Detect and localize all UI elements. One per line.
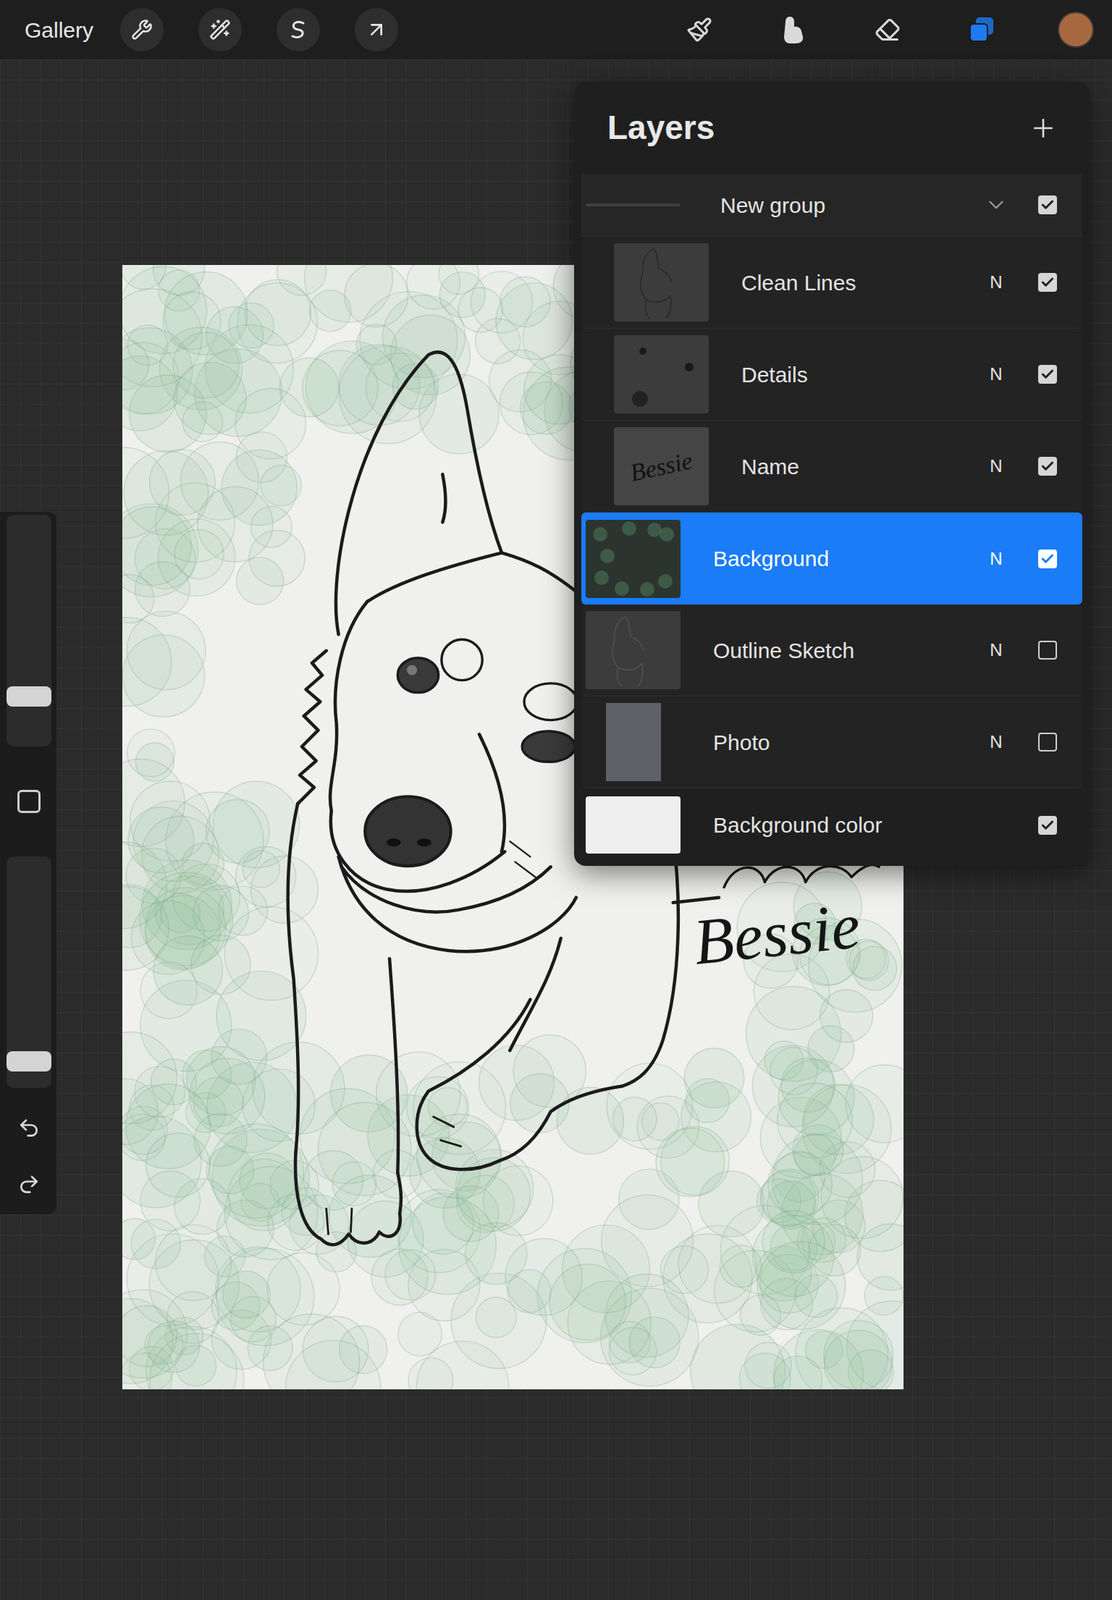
blend-mode[interactable]: N: [981, 729, 1011, 756]
group-thumbnail: [585, 203, 681, 207]
plus-icon: [1028, 113, 1058, 143]
canvas-area: BessieLayersNew groupClean LinesNDetails…: [0, 59, 1112, 1600]
chevron-down-icon: [983, 192, 1009, 218]
smudge-tool-button[interactable]: [773, 9, 814, 50]
layer-name: Clean Lines: [741, 266, 982, 299]
layers-header: Layers: [574, 81, 1090, 174]
color-thumbnail: [585, 796, 681, 854]
layer-name: Background color: [713, 808, 1011, 842]
layer-thumbnail: [613, 243, 709, 322]
undo-button[interactable]: [10, 1109, 48, 1147]
visibility-checkbox[interactable]: [1038, 732, 1057, 752]
wand-icon: [209, 18, 231, 41]
layer-name: Background: [713, 542, 982, 575]
layer-name: Outline Sketch: [713, 634, 982, 667]
actions-button[interactable]: [120, 7, 164, 52]
group-toggle[interactable]: [981, 192, 1011, 218]
gallery-button[interactable]: Gallery: [0, 13, 121, 47]
layer-row[interactable]: BackgroundN: [581, 512, 1083, 605]
undo-icon: [17, 1116, 41, 1140]
blend-mode[interactable]: N: [981, 637, 1011, 664]
eraser-tool-button[interactable]: [867, 9, 908, 50]
visibility-checkbox[interactable]: [1038, 272, 1057, 292]
layer-name: New group: [720, 188, 982, 222]
visibility-checkbox[interactable]: [1038, 549, 1057, 569]
layer-name: Name: [741, 450, 982, 483]
background-color-row[interactable]: Background color: [581, 788, 1083, 862]
layer-row[interactable]: DetailsN: [581, 328, 1083, 421]
blend-mode[interactable]: N: [981, 453, 1011, 480]
layer-thumbnail: Bessie: [613, 427, 709, 506]
visibility-checkbox[interactable]: [1038, 815, 1057, 835]
layer-row[interactable]: Outline SketchN: [581, 604, 1083, 697]
sidebar: [0, 511, 57, 1215]
selection-button[interactable]: [276, 7, 320, 52]
color-swatch: [1057, 11, 1094, 48]
arrow-icon: [364, 18, 389, 42]
brush-icon: [686, 16, 713, 43]
redo-button[interactable]: [10, 1166, 48, 1203]
layers-tool-button[interactable]: [961, 9, 1002, 50]
modify-button[interactable]: [17, 789, 41, 814]
layer-thumbnail: [585, 611, 681, 690]
visibility-checkbox[interactable]: [1038, 364, 1057, 384]
check-icon: [1040, 275, 1055, 290]
visibility-checkbox[interactable]: [1038, 640, 1057, 660]
layer-name: Details: [741, 358, 982, 391]
photo-thumbnail: [605, 702, 661, 782]
layers-panel: LayersNew groupClean LinesNDetailsNBessi…: [574, 81, 1090, 866]
layer-thumbnail: [585, 702, 681, 782]
brush-tool-button[interactable]: [679, 9, 720, 50]
smudge-icon: [781, 15, 806, 45]
opacity-slider[interactable]: [6, 856, 52, 1089]
add-layer-button[interactable]: [1027, 112, 1060, 145]
layer-row[interactable]: Clean LinesN: [581, 236, 1083, 329]
check-icon: [1040, 197, 1055, 213]
check-icon: [1040, 367, 1055, 382]
redo-icon: [17, 1172, 41, 1196]
slider-thumb[interactable]: [6, 1051, 52, 1072]
blend-mode[interactable]: N: [981, 269, 1011, 296]
check-icon: [1040, 458, 1055, 474]
transform-button[interactable]: [354, 7, 399, 52]
visibility-checkbox[interactable]: [1038, 456, 1057, 476]
layer-name: Photo: [713, 726, 982, 759]
wrench-icon: [131, 18, 153, 41]
eraser-icon: [874, 16, 901, 43]
layer-row[interactable]: PhotoN: [581, 696, 1083, 789]
layers-title: Layers: [607, 102, 715, 153]
layer-row[interactable]: Bessie NameN: [581, 420, 1083, 513]
adjustments-button[interactable]: [198, 7, 242, 52]
blend-mode[interactable]: N: [981, 545, 1011, 572]
layer-thumbnail: [585, 519, 681, 598]
brush-size-slider[interactable]: [6, 514, 52, 747]
layers-icon: [967, 15, 997, 45]
layer-thumbnail: [613, 335, 709, 414]
visibility-checkbox[interactable]: [1038, 195, 1057, 215]
top-bar: Gallery: [0, 0, 1112, 60]
blend-mode[interactable]: N: [981, 361, 1011, 388]
slider-thumb[interactable]: [6, 686, 52, 707]
layer-group-row[interactable]: New group: [581, 173, 1083, 237]
procreate-app: GalleryBessieLayersNew groupClean LinesN…: [0, 0, 1112, 1600]
check-icon: [1040, 818, 1055, 833]
check-icon: [1040, 551, 1055, 567]
color-button[interactable]: [1055, 9, 1097, 50]
selection-icon: [287, 18, 310, 41]
